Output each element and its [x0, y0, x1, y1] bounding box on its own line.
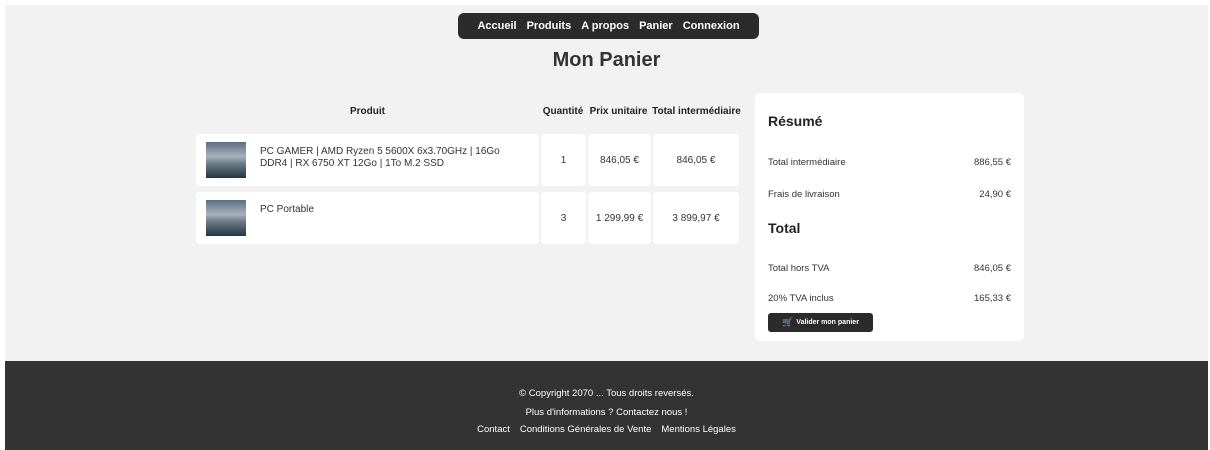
- total-ht-label: Total hors TVA: [768, 263, 830, 274]
- summary-subtotal-value: 886,55 €: [974, 157, 1011, 168]
- header-unit-price: Prix unitaire: [589, 106, 648, 117]
- footer-link-mentions-legales[interactable]: Mentions Légales: [661, 424, 735, 435]
- summary-subtotal-row: Total intermédiaire 886,55 €: [768, 157, 1011, 168]
- product-thumbnail[interactable]: [206, 142, 246, 178]
- unit-price-cell: 1 299,99 €: [588, 192, 651, 244]
- quantity-cell: 1: [541, 134, 586, 186]
- validate-cart-button[interactable]: 🛒 Valider mon panier: [768, 313, 873, 332]
- nav-item-produits[interactable]: Produits: [522, 13, 577, 39]
- validate-cart-label: Valider mon panier: [796, 319, 859, 326]
- header-product: Produit: [350, 106, 385, 117]
- total-ht-value: 846,05 €: [974, 263, 1011, 274]
- nav-item-connexion[interactable]: Connexion: [678, 13, 745, 39]
- footer-link-contact[interactable]: Contact: [477, 424, 510, 435]
- unit-price-cell: 846,05 €: [588, 134, 651, 186]
- subtotal-cell: 3 899,97 €: [653, 192, 739, 244]
- page: Accueil Produits A propos Panier Connexi…: [5, 5, 1208, 450]
- table-row: PC Portable 3 1 299,99 € 3 899,97 €: [195, 192, 742, 247]
- summary-shipping-row: Frais de livraison 24,90 €: [768, 189, 1011, 200]
- footer-contact-prompt: Plus d'informations ? Contactez nous !: [525, 407, 688, 418]
- footer-links: Contact Conditions Générales de Vente Me…: [5, 424, 1208, 435]
- total-ht-row: Total hors TVA 846,05 €: [768, 263, 1011, 274]
- tva-label: 20% TVA inclus: [768, 293, 834, 304]
- nav-item-a-propos[interactable]: A propos: [576, 13, 634, 39]
- tva-row: 20% TVA inclus 165,33 €: [768, 293, 1011, 304]
- summary-shipping-label: Frais de livraison: [768, 189, 840, 200]
- table-header: Produit Quantité Prix unitaire Total int…: [195, 93, 742, 131]
- summary-title: Résumé: [768, 113, 823, 129]
- cart-icon: 🛒: [782, 317, 794, 327]
- page-title: Mon Panier: [552, 49, 661, 71]
- footer-copyright: © Copyright 2070 ... Tous droits reversé…: [519, 388, 694, 399]
- cart-table: Produit Quantité Prix unitaire Total int…: [195, 93, 742, 247]
- product-cell: PC GAMER | AMD Ryzen 5 5600X 6x3.70GHz |…: [196, 134, 539, 186]
- nav-item-panier[interactable]: Panier: [634, 13, 678, 39]
- tva-value: 165,33 €: [974, 293, 1011, 304]
- total-title: Total: [768, 220, 801, 236]
- summary-shipping-value: 24,90 €: [979, 189, 1011, 200]
- summary-panel: Résumé Total intermédiaire 886,55 € Frai…: [755, 93, 1024, 341]
- product-cell: PC Portable: [196, 192, 539, 244]
- nav-item-accueil[interactable]: Accueil: [472, 13, 521, 39]
- product-thumbnail[interactable]: [206, 200, 246, 236]
- footer-link-cgv[interactable]: Conditions Générales de Vente: [520, 424, 652, 435]
- product-name[interactable]: PC GAMER | AMD Ryzen 5 5600X 6x3.70GHz |…: [260, 142, 529, 170]
- header-subtotal: Total intermédiaire: [652, 106, 741, 117]
- footer: © Copyright 2070 ... Tous droits reversé…: [5, 361, 1208, 450]
- header-quantity: Quantité: [542, 106, 584, 117]
- table-row: PC GAMER | AMD Ryzen 5 5600X 6x3.70GHz |…: [195, 134, 742, 189]
- product-name[interactable]: PC Portable: [260, 200, 529, 216]
- subtotal-cell: 846,05 €: [653, 134, 739, 186]
- quantity-cell: 3: [541, 192, 586, 244]
- summary-subtotal-label: Total intermédiaire: [768, 157, 846, 168]
- main-nav: Accueil Produits A propos Panier Connexi…: [458, 13, 759, 39]
